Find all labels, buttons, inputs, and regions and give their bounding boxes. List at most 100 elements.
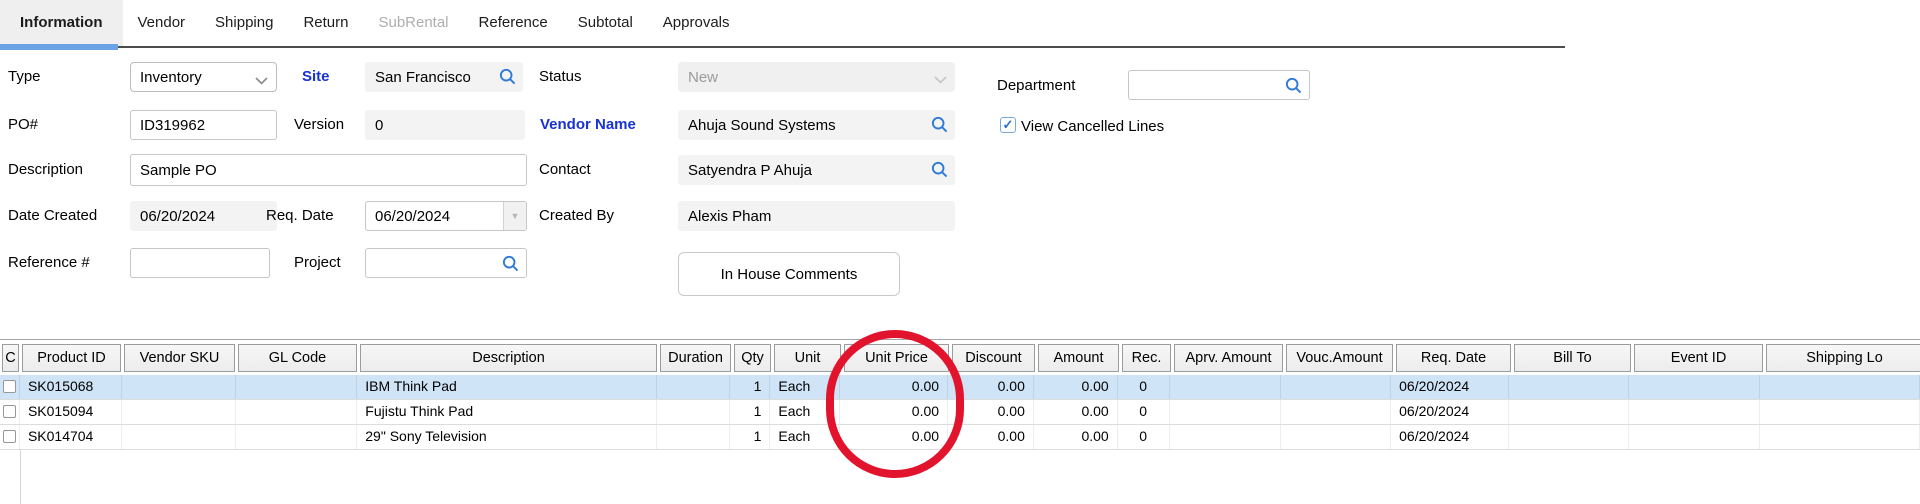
table-cell[interactable]: 0.00 xyxy=(840,425,948,449)
table-cell[interactable]: 0.00 xyxy=(1034,375,1118,399)
col-header-event-id[interactable]: Event ID xyxy=(1634,344,1763,372)
table-cell[interactable] xyxy=(1760,425,1920,449)
description-input[interactable]: Sample PO xyxy=(130,154,527,186)
table-cell[interactable]: SK015068 xyxy=(20,375,122,399)
tab-reference[interactable]: Reference xyxy=(464,0,563,46)
table-cell[interactable] xyxy=(122,400,236,424)
table-cell[interactable] xyxy=(1629,375,1761,399)
project-input[interactable] xyxy=(365,248,527,278)
table-cell[interactable] xyxy=(1170,425,1282,449)
table-cell[interactable] xyxy=(236,425,358,449)
table-cell[interactable]: 1 xyxy=(730,375,770,399)
col-header-rec[interactable]: Rec. xyxy=(1122,344,1171,372)
view-cancelled-lines-checkbox[interactable]: ✓ xyxy=(1000,117,1016,133)
vendor-name-field[interactable]: Ahuja Sound Systems xyxy=(678,110,955,140)
site-field[interactable]: San Francisco xyxy=(365,62,523,92)
table-cell[interactable]: 1 xyxy=(730,425,770,449)
col-header-description[interactable]: Description xyxy=(360,344,657,372)
table-cell[interactable]: Fujistu Think Pad xyxy=(357,400,656,424)
table-cell[interactable]: 1 xyxy=(730,400,770,424)
table-cell[interactable] xyxy=(1281,425,1391,449)
search-icon[interactable] xyxy=(930,115,949,138)
table-cell[interactable] xyxy=(1170,375,1282,399)
row-checkbox[interactable] xyxy=(3,380,16,393)
type-dropdown[interactable]: Inventory xyxy=(130,62,277,92)
search-icon[interactable] xyxy=(930,160,949,183)
req-date-input[interactable]: 06/20/2024 ▼ xyxy=(365,201,527,231)
table-cell[interactable] xyxy=(1281,400,1391,424)
in-house-comments-button[interactable]: In House Comments xyxy=(678,252,900,296)
table-row[interactable]: SK015068IBM Think Pad1Each0.000.000.0000… xyxy=(0,375,1920,400)
table-cell[interactable]: 06/20/2024 xyxy=(1391,375,1509,399)
table-cell[interactable]: 0.00 xyxy=(840,375,948,399)
tab-vendor[interactable]: Vendor xyxy=(123,0,201,46)
date-picker-button[interactable]: ▼ xyxy=(503,202,526,230)
site-label[interactable]: Site xyxy=(302,68,330,86)
table-cell[interactable]: 29" Sony Television xyxy=(357,425,656,449)
table-cell[interactable]: 0.00 xyxy=(948,375,1034,399)
table-cell[interactable] xyxy=(657,400,731,424)
tab-subtotal[interactable]: Subtotal xyxy=(563,0,648,46)
col-header-bill-to[interactable]: Bill To xyxy=(1514,344,1631,372)
table-cell[interactable]: 0.00 xyxy=(948,425,1034,449)
col-header-aprv-amount[interactable]: Aprv. Amount xyxy=(1174,344,1283,372)
department-input[interactable] xyxy=(1128,70,1310,100)
col-header-vouc-amount[interactable]: Vouc.Amount xyxy=(1286,344,1393,372)
table-cell[interactable] xyxy=(1760,400,1920,424)
table-cell[interactable] xyxy=(236,375,358,399)
col-header-product-id[interactable]: Product ID xyxy=(22,344,121,372)
tab-information[interactable]: Information xyxy=(0,0,123,46)
col-header-unit[interactable]: Unit xyxy=(774,344,841,372)
table-cell[interactable]: Each xyxy=(770,425,840,449)
table-cell[interactable]: IBM Think Pad xyxy=(357,375,656,399)
table-cell[interactable]: 06/20/2024 xyxy=(1391,425,1509,449)
row-select-cell[interactable] xyxy=(0,425,20,449)
row-select-cell[interactable] xyxy=(0,375,20,399)
table-cell[interactable] xyxy=(122,425,236,449)
row-checkbox[interactable] xyxy=(3,405,16,418)
table-cell[interactable] xyxy=(1629,425,1761,449)
table-cell[interactable] xyxy=(1509,375,1629,399)
col-header-shipping-lo[interactable]: Shipping Lo xyxy=(1766,344,1920,372)
po-number-input[interactable]: ID319962 xyxy=(130,110,277,140)
vendor-name-label[interactable]: Vendor Name xyxy=(540,116,636,134)
table-cell[interactable] xyxy=(1509,425,1629,449)
col-header-vendor-sku[interactable]: Vendor SKU xyxy=(124,344,235,372)
row-checkbox[interactable] xyxy=(3,430,16,443)
table-cell[interactable]: Each xyxy=(770,375,840,399)
view-cancelled-lines-label[interactable]: View Cancelled Lines xyxy=(1021,118,1164,136)
table-cell[interactable] xyxy=(657,375,731,399)
col-header-amount[interactable]: Amount xyxy=(1038,344,1119,372)
table-cell[interactable]: 0 xyxy=(1118,400,1170,424)
table-cell[interactable] xyxy=(122,375,236,399)
search-icon[interactable] xyxy=(498,67,517,90)
search-icon[interactable] xyxy=(1284,76,1303,99)
col-header-discount[interactable]: Discount xyxy=(952,344,1035,372)
table-cell[interactable] xyxy=(1281,375,1391,399)
table-row[interactable]: SK01470429" Sony Television1Each0.000.00… xyxy=(0,425,1920,450)
table-cell[interactable]: 0 xyxy=(1118,425,1170,449)
table-cell[interactable] xyxy=(1509,400,1629,424)
table-cell[interactable]: 06/20/2024 xyxy=(1391,400,1509,424)
table-cell[interactable]: 0.00 xyxy=(840,400,948,424)
table-cell[interactable]: SK015094 xyxy=(20,400,122,424)
table-cell[interactable]: 0.00 xyxy=(948,400,1034,424)
row-select-cell[interactable] xyxy=(0,400,20,424)
table-cell[interactable] xyxy=(1170,400,1282,424)
tab-shipping[interactable]: Shipping xyxy=(200,0,288,46)
contact-field[interactable]: Satyendra P Ahuja xyxy=(678,155,955,185)
table-cell[interactable] xyxy=(657,425,731,449)
table-cell[interactable] xyxy=(1760,375,1920,399)
table-cell[interactable]: 0.00 xyxy=(1034,425,1118,449)
col-header-qty[interactable]: Qty xyxy=(734,344,771,372)
col-header-gl-code[interactable]: GL Code xyxy=(238,344,357,372)
table-cell[interactable]: 0.00 xyxy=(1034,400,1118,424)
reference-number-input[interactable] xyxy=(130,248,270,278)
table-cell[interactable]: 0 xyxy=(1118,375,1170,399)
table-cell[interactable] xyxy=(236,400,358,424)
col-header-duration[interactable]: Duration xyxy=(660,344,731,372)
col-header-req-date[interactable]: Req. Date xyxy=(1396,344,1511,372)
tab-return[interactable]: Return xyxy=(288,0,363,46)
tab-approvals[interactable]: Approvals xyxy=(648,0,745,46)
col-header-unit-price[interactable]: Unit Price xyxy=(844,344,949,372)
